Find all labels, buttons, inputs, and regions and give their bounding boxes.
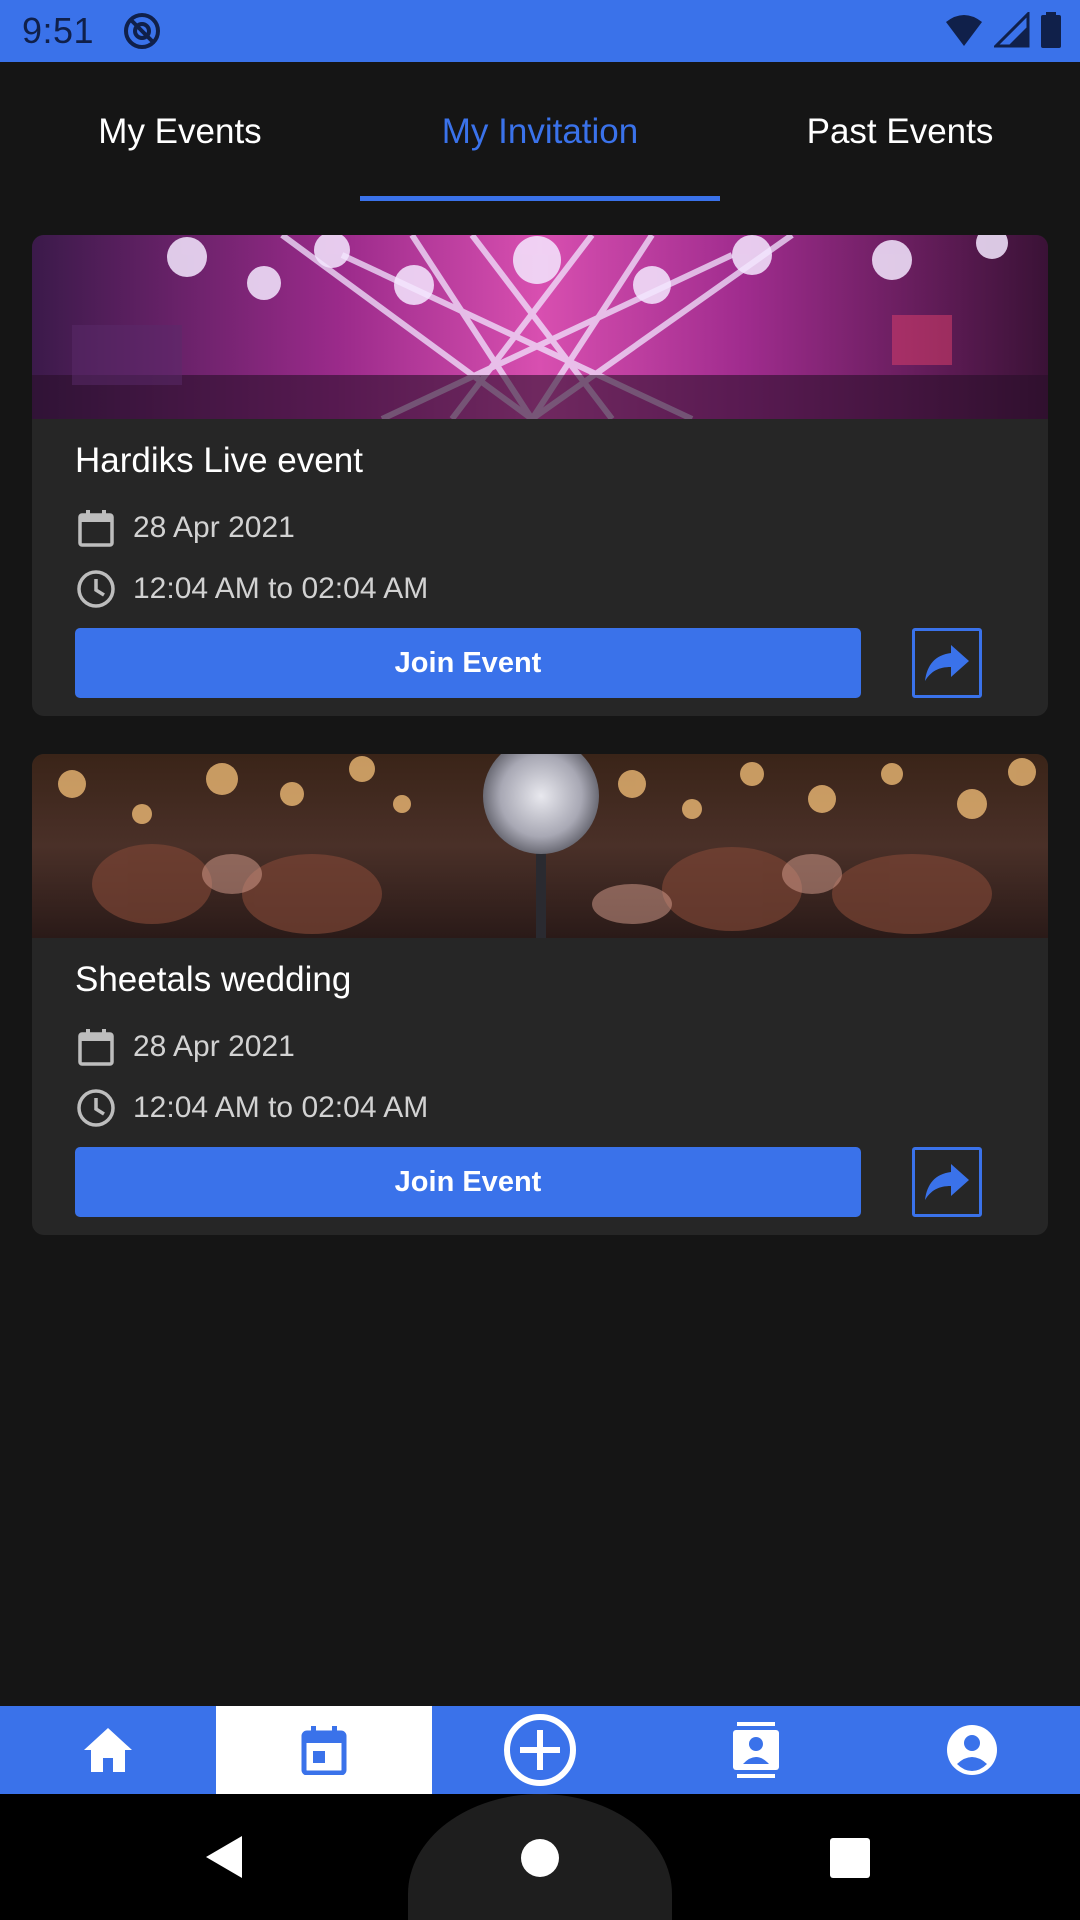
nav-contacts[interactable] <box>648 1706 864 1794</box>
nav-calendar[interactable] <box>216 1706 432 1794</box>
event-time: 12:04 AM to 02:04 AM <box>133 572 429 605</box>
calendar-icon <box>78 1029 114 1066</box>
join-event-button[interactable]: Join Event <box>75 1147 861 1217</box>
tab-indicator <box>360 196 720 201</box>
add-circle-icon <box>504 1714 576 1786</box>
nav-add[interactable] <box>432 1706 648 1794</box>
home-button-icon[interactable] <box>520 1838 560 1878</box>
signal-icon <box>994 12 1030 48</box>
event-card[interactable]: Sheetals wedding 28 Apr 2021 12:04 AM to… <box>32 754 1048 1235</box>
share-arrow-icon <box>925 1164 969 1200</box>
share-button[interactable] <box>912 628 982 698</box>
event-date-row: 28 Apr 2021 <box>75 1026 295 1068</box>
battery-icon <box>1041 12 1061 48</box>
tab-label: Past Events <box>806 112 994 151</box>
home-icon <box>84 1728 132 1772</box>
event-time: 12:04 AM to 02:04 AM <box>133 1091 429 1124</box>
clock-icon <box>77 570 115 608</box>
nav-profile[interactable] <box>864 1706 1080 1794</box>
event-title: Hardiks Live event <box>75 441 363 480</box>
event-time-row: 12:04 AM to 02:04 AM <box>75 1087 428 1129</box>
tab-my-invitation[interactable]: My Invitation <box>360 62 720 202</box>
account-icon <box>947 1725 997 1775</box>
calendar-icon <box>78 510 114 547</box>
status-time: 9:51 <box>22 10 95 51</box>
tab-label: My Invitation <box>441 112 639 151</box>
status-bar: 9:51 <box>0 0 1080 62</box>
event-time-row: 12:04 AM to 02:04 AM <box>75 568 428 610</box>
event-image-microphone <box>32 754 1048 938</box>
recents-icon[interactable] <box>830 1838 870 1878</box>
tab-label: My Events <box>98 112 262 151</box>
calendar-icon <box>301 1726 347 1775</box>
clock-icon <box>77 1089 115 1127</box>
tab-bar: My Events My Invitation Past Events <box>0 62 1080 202</box>
back-icon[interactable] <box>204 1834 244 1880</box>
wifi-icon <box>946 15 982 46</box>
tab-past-events[interactable]: Past Events <box>720 62 1080 202</box>
nav-home[interactable] <box>0 1706 216 1794</box>
share-arrow-icon <box>925 645 969 681</box>
event-image-concert <box>32 235 1048 419</box>
join-event-button[interactable]: Join Event <box>75 628 861 698</box>
event-date: 28 Apr 2021 <box>133 511 295 544</box>
contacts-icon <box>733 1722 779 1778</box>
event-date-row: 28 Apr 2021 <box>75 507 295 549</box>
event-card[interactable]: Hardiks Live event 28 Apr 2021 12:04 AM … <box>32 235 1048 716</box>
event-title: Sheetals wedding <box>75 960 352 999</box>
tab-my-events[interactable]: My Events <box>0 62 360 202</box>
system-nav-bar <box>0 1794 1080 1920</box>
at-sign-icon <box>124 13 161 49</box>
event-date: 28 Apr 2021 <box>133 1030 295 1063</box>
bottom-nav <box>0 1706 1080 1794</box>
share-button[interactable] <box>912 1147 982 1217</box>
